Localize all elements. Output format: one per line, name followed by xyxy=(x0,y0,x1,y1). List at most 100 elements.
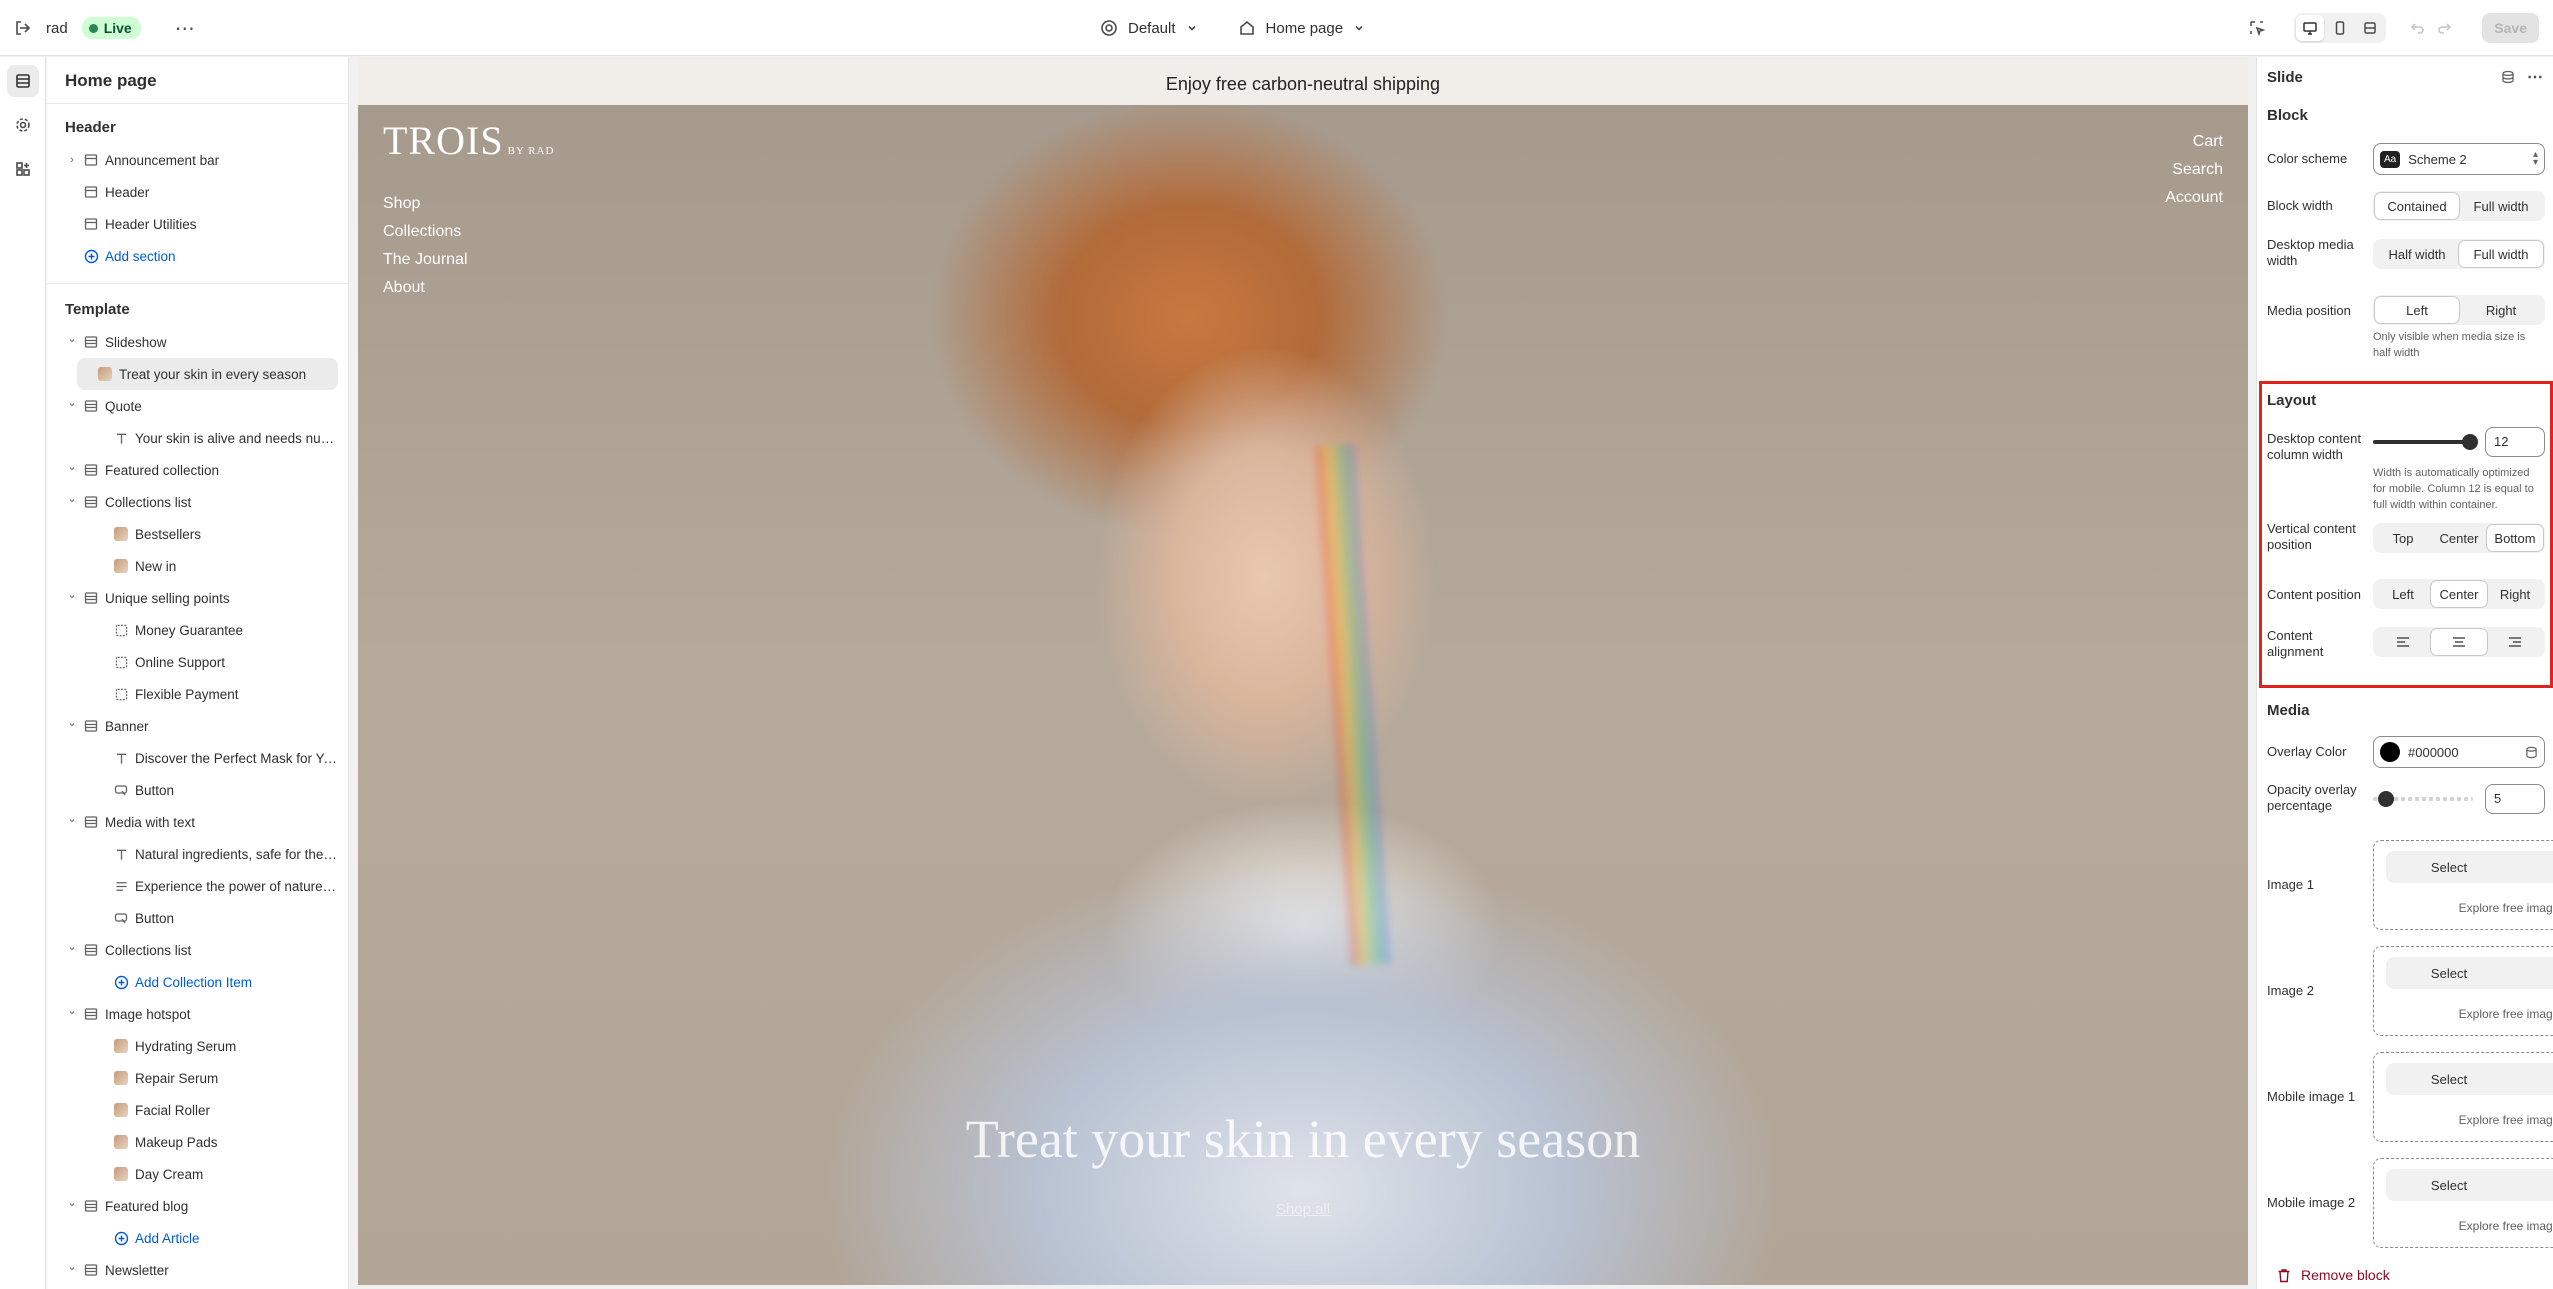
opacity-input[interactable]: 5 xyxy=(2485,784,2545,814)
apps-icon[interactable] xyxy=(7,153,39,185)
color-swatch[interactable] xyxy=(2380,742,2400,762)
slider-knob[interactable] xyxy=(2378,791,2395,807)
image-dropzone[interactable]: Select Explore free images xyxy=(2373,840,2553,930)
chevron-down-icon[interactable]: ⌄ xyxy=(66,460,78,473)
explore-free-images-link[interactable]: Explore free images xyxy=(2374,1007,2553,1021)
color-scheme-select[interactable]: Aa Scheme 2 ▴ ▾ xyxy=(2373,143,2545,175)
sidebar-section[interactable]: ⌄ Collections list xyxy=(47,934,348,966)
chevron-down-icon[interactable]: ⌄ xyxy=(66,1004,78,1017)
sidebar-block[interactable]: Your skin is alive and needs nutritio... xyxy=(47,422,348,454)
sidebar-block[interactable]: Makeup Pads xyxy=(47,1126,348,1158)
align-left-icon[interactable] xyxy=(2375,629,2431,655)
fullscreen-icon[interactable] xyxy=(2356,15,2384,41)
sidebar-section[interactable]: ⌄ Newsletter xyxy=(47,1254,348,1286)
nav-link-collections[interactable]: Collections xyxy=(383,223,468,241)
sidebar-section[interactable]: ⌄ Banner xyxy=(47,710,348,742)
image-dropzone[interactable]: Select Explore free images xyxy=(2373,946,2553,1036)
select-image-button[interactable]: Select xyxy=(2386,1063,2553,1095)
explore-free-images-link[interactable]: Explore free images xyxy=(2374,1219,2553,1233)
more-options-icon[interactable]: ⋯ xyxy=(2527,67,2543,87)
cart-link[interactable]: Cart xyxy=(2193,133,2223,151)
select-image-button[interactable]: Select xyxy=(2386,1169,2553,1201)
sections-icon[interactable] xyxy=(7,65,39,97)
sidebar-block[interactable]: Add Article xyxy=(47,1222,348,1254)
vertical-top[interactable]: Top xyxy=(2375,525,2431,551)
chevron-down-icon[interactable]: ⌄ xyxy=(66,940,78,953)
chevron-down-icon[interactable]: ⌄ xyxy=(66,1196,78,1209)
block-width-contained[interactable]: Contained xyxy=(2375,193,2459,219)
inspector-icon[interactable] xyxy=(2248,19,2266,37)
sidebar-section[interactable]: ⌄ Unique selling points xyxy=(47,582,348,614)
chevron-right-icon[interactable]: › xyxy=(66,154,78,166)
media-width-half[interactable]: Half width xyxy=(2375,241,2459,267)
database-icon[interactable] xyxy=(2512,967,2553,980)
sidebar-section[interactable]: ⌄ Media with text xyxy=(47,806,348,838)
content-column-slider[interactable] xyxy=(2373,427,2478,457)
sidebar-block[interactable]: Day Cream xyxy=(47,1158,348,1190)
store-name[interactable]: rad xyxy=(46,20,68,37)
sidebar-block[interactable]: Add Collection Item xyxy=(47,966,348,998)
sidebar-item-announcement-bar[interactable]: › Announcement bar xyxy=(47,144,348,176)
save-button[interactable]: Save xyxy=(2482,13,2539,43)
sidebar-block[interactable]: Hydrating Serum xyxy=(47,1030,348,1062)
database-icon[interactable] xyxy=(2512,1073,2553,1086)
gear-icon[interactable] xyxy=(7,109,39,141)
desktop-icon[interactable] xyxy=(2296,15,2325,41)
sidebar-block[interactable]: New in xyxy=(47,550,348,582)
undo-icon[interactable] xyxy=(2410,20,2426,36)
chevron-down-icon[interactable]: ⌄ xyxy=(66,492,78,505)
nav-link-shop[interactable]: Shop xyxy=(383,195,468,213)
sidebar-item-header-utilities[interactable]: Header Utilities xyxy=(47,208,348,240)
chevron-down-icon[interactable]: ⌄ xyxy=(66,588,78,601)
page-selector[interactable]: Home page xyxy=(1238,19,1366,37)
chevron-down-icon[interactable]: ⌄ xyxy=(66,716,78,729)
media-position-left[interactable]: Left xyxy=(2375,297,2459,323)
content-column-input[interactable]: 12 xyxy=(2485,427,2545,457)
chevron-down-icon[interactable]: ⌄ xyxy=(66,396,78,409)
select-image-button[interactable]: Select xyxy=(2386,851,2553,883)
align-center-icon[interactable] xyxy=(2431,629,2487,655)
nav-link-about[interactable]: About xyxy=(383,279,468,297)
sidebar-section[interactable]: ⌄ Featured blog xyxy=(47,1190,348,1222)
vertical-bottom[interactable]: Bottom xyxy=(2487,525,2543,551)
database-icon[interactable] xyxy=(2501,67,2515,87)
image-dropzone[interactable]: Select Explore free images xyxy=(2373,1052,2553,1142)
sidebar-section[interactable]: ⌄ Image hotspot xyxy=(47,998,348,1030)
block-width-full[interactable]: Full width xyxy=(2459,193,2543,219)
slider-knob[interactable] xyxy=(2462,434,2478,450)
media-position-right[interactable]: Right xyxy=(2459,297,2543,323)
sidebar-block[interactable]: Experience the power of nature wit... xyxy=(47,870,348,902)
sidebar-block[interactable]: Repair Serum xyxy=(47,1062,348,1094)
search-link[interactable]: Search xyxy=(2172,161,2223,179)
overlay-color-input[interactable]: #000000 xyxy=(2373,736,2545,768)
sidebar-section[interactable]: ⌄ Slideshow xyxy=(47,326,348,358)
content-position-center[interactable]: Center xyxy=(2431,581,2487,607)
sidebar-block[interactable]: Facial Roller xyxy=(47,1094,348,1126)
sidebar-section[interactable]: ⌄ Quote xyxy=(47,390,348,422)
sidebar-block[interactable]: Flexible Payment xyxy=(47,678,348,710)
sidebar-block[interactable]: Discover the Perfect Mask for Your... xyxy=(47,742,348,774)
sidebar-block[interactable]: Money Guarantee xyxy=(47,614,348,646)
theme-selector[interactable]: Default xyxy=(1100,19,1198,37)
image-dropzone[interactable]: Select Explore free images xyxy=(2373,1158,2553,1248)
sidebar-block[interactable]: Bestsellers xyxy=(47,518,348,550)
sidebar-block[interactable]: Online Support xyxy=(47,646,348,678)
nav-link-journal[interactable]: The Journal xyxy=(383,251,468,269)
content-position-right[interactable]: Right xyxy=(2487,581,2543,607)
mobile-icon[interactable] xyxy=(2326,15,2354,41)
explore-free-images-link[interactable]: Explore free images xyxy=(2374,1113,2553,1127)
chevron-down-icon[interactable]: ⌄ xyxy=(66,812,78,825)
database-icon[interactable] xyxy=(2512,1179,2553,1192)
hero-cta-link[interactable]: Shop all xyxy=(358,1201,2248,1218)
store-logo[interactable]: TROIS BY RAD xyxy=(383,117,554,164)
content-position-left[interactable]: Left xyxy=(2375,581,2431,607)
align-right-icon[interactable] xyxy=(2487,629,2543,655)
remove-block-button[interactable]: Remove block xyxy=(2277,1267,2390,1283)
redo-icon[interactable] xyxy=(2436,20,2452,36)
chevron-down-icon[interactable]: ⌄ xyxy=(66,332,78,345)
opacity-slider[interactable] xyxy=(2373,784,2473,814)
database-icon[interactable] xyxy=(2512,861,2553,874)
database-icon[interactable] xyxy=(2525,746,2538,759)
vertical-center[interactable]: Center xyxy=(2431,525,2487,551)
explore-free-images-link[interactable]: Explore free images xyxy=(2374,901,2553,915)
